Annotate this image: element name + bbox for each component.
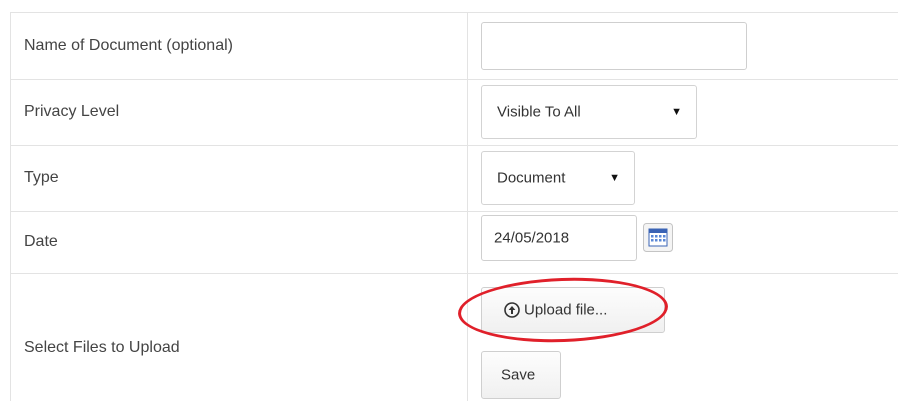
row-privacy-level: Privacy Level Visible To All ▼ [11,79,898,146]
document-upload-form: Name of Document (optional) Privacy Leve… [10,12,898,401]
caret-down-icon: ▼ [671,106,682,118]
save-label: Save [501,366,536,384]
document-name-input[interactable] [481,22,747,70]
type-value: Document [497,169,566,187]
upload-file-button[interactable]: Upload file... [481,287,665,333]
privacy-level-label: Privacy Level [24,103,120,120]
select-files-label: Select Files to Upload [24,339,180,356]
save-button[interactable]: Save [481,351,561,399]
row-type: Type Document ▼ [11,145,898,212]
row-date: Date 24/05/2018 [11,211,898,274]
row-file-upload: Select Files to Upload Upload file... Sa… [11,273,898,401]
date-value: 24/05/2018 [494,229,570,247]
privacy-level-select[interactable]: Visible To All ▼ [481,85,697,139]
caret-down-icon: ▼ [609,172,620,184]
row-document-name: Name of Document (optional) [11,13,898,80]
document-name-label: Name of Document (optional) [24,37,233,54]
date-input[interactable]: 24/05/2018 [481,215,637,261]
date-label: Date [24,233,58,250]
upload-icon [504,302,520,318]
type-label: Type [24,169,59,186]
type-select[interactable]: Document ▼ [481,151,635,205]
privacy-level-value: Visible To All [497,103,581,121]
upload-file-label: Upload file... [524,301,608,319]
calendar-icon[interactable] [643,223,673,252]
